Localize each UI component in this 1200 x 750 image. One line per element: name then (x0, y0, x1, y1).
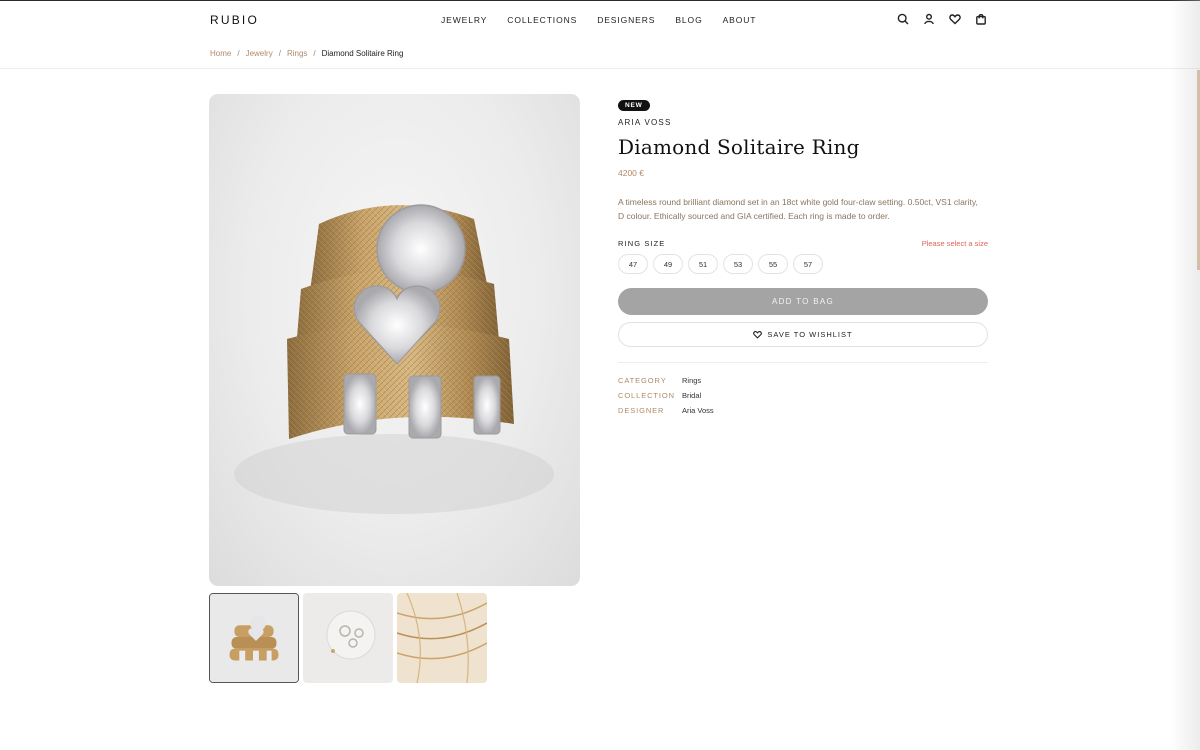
breadcrumb-jewelry[interactable]: Jewelry (246, 49, 273, 58)
thumbnail-chains[interactable] (397, 593, 487, 683)
meta-row-category: CATEGORY Rings (618, 373, 988, 388)
save-to-wishlist-button[interactable]: SAVE TO WISHLIST (618, 322, 988, 347)
new-badge: NEW (618, 100, 650, 111)
size-option-53[interactable]: 53 (723, 254, 753, 274)
bag-icon[interactable] (974, 12, 988, 26)
thumbnail-ring-stack[interactable] (209, 593, 299, 683)
meta-key: COLLECTION (618, 391, 675, 400)
brand-logo[interactable]: RUBIO (210, 13, 259, 27)
meta-divider (618, 362, 988, 363)
size-option-55[interactable]: 55 (758, 254, 788, 274)
meta-key: CATEGORY (618, 376, 667, 385)
wishlist-label: SAVE TO WISHLIST (767, 330, 853, 339)
breadcrumb-separator: / (237, 49, 240, 58)
product-designer[interactable]: ARIA VOSS (618, 118, 988, 127)
account-icon[interactable] (922, 12, 936, 26)
breadcrumb-rings[interactable]: Rings (287, 49, 307, 58)
product-description: A timeless round brilliant diamond set i… (618, 197, 978, 221)
breadcrumb-current: Diamond Solitaire Ring (321, 49, 404, 58)
nav-item-collections[interactable]: COLLECTIONS (507, 15, 577, 25)
breadcrumb-separator: / (278, 49, 281, 58)
size-option-51[interactable]: 51 (688, 254, 718, 274)
size-option-49[interactable]: 49 (653, 254, 683, 274)
size-option-47[interactable]: 47 (618, 254, 648, 274)
site-header: RUBIO JEWELRY COLLECTIONS DESIGNERS BLOG… (0, 1, 1200, 39)
meta-key: DESIGNER (618, 406, 665, 415)
breadcrumb-home[interactable]: Home (210, 49, 231, 58)
nav-item-jewelry[interactable]: JEWELRY (441, 15, 487, 25)
nav-item-blog[interactable]: BLOG (675, 15, 702, 25)
thumbnail-ring-dish[interactable] (303, 593, 393, 683)
product-info: NEW ARIA VOSS Diamond Solitaire Ring 420… (618, 94, 988, 418)
product-title: Diamond Solitaire Ring (618, 135, 860, 159)
meta-value: Aria Voss (682, 406, 714, 415)
size-options: 47 49 51 53 55 57 (618, 254, 988, 274)
search-icon[interactable] (896, 12, 910, 26)
product-main-image[interactable] (209, 94, 580, 586)
thumbnail-strip (209, 593, 491, 683)
add-to-bag-button[interactable]: ADD TO BAG (618, 288, 988, 315)
nav-item-about[interactable]: ABOUT (723, 15, 757, 25)
meta-row-collection: COLLECTION Bridal (618, 388, 988, 403)
product-price: 4200 € (618, 168, 644, 178)
header-divider (0, 68, 1200, 69)
header-actions (896, 12, 1000, 26)
heart-icon (753, 330, 763, 339)
size-header: RING SIZE Please select a size (618, 239, 988, 248)
page-edge-shadow (1170, 0, 1200, 750)
size-label: RING SIZE (618, 239, 666, 248)
heart-icon[interactable] (948, 12, 962, 26)
size-warning: Please select a size (921, 239, 988, 248)
nav-item-designers[interactable]: DESIGNERS (597, 15, 655, 25)
meta-value: Bridal (682, 391, 702, 400)
product-meta: CATEGORY Rings COLLECTION Bridal DESIGNE… (618, 373, 988, 418)
meta-row-designer: DESIGNER Aria Voss (618, 403, 988, 418)
meta-value: Rings (682, 376, 702, 385)
main-nav: JEWELRY COLLECTIONS DESIGNERS BLOG ABOUT (441, 15, 776, 25)
size-option-57[interactable]: 57 (793, 254, 823, 274)
breadcrumb-separator: / (313, 49, 316, 58)
breadcrumb: Home / Jewelry / Rings / Diamond Solitai… (210, 49, 403, 58)
